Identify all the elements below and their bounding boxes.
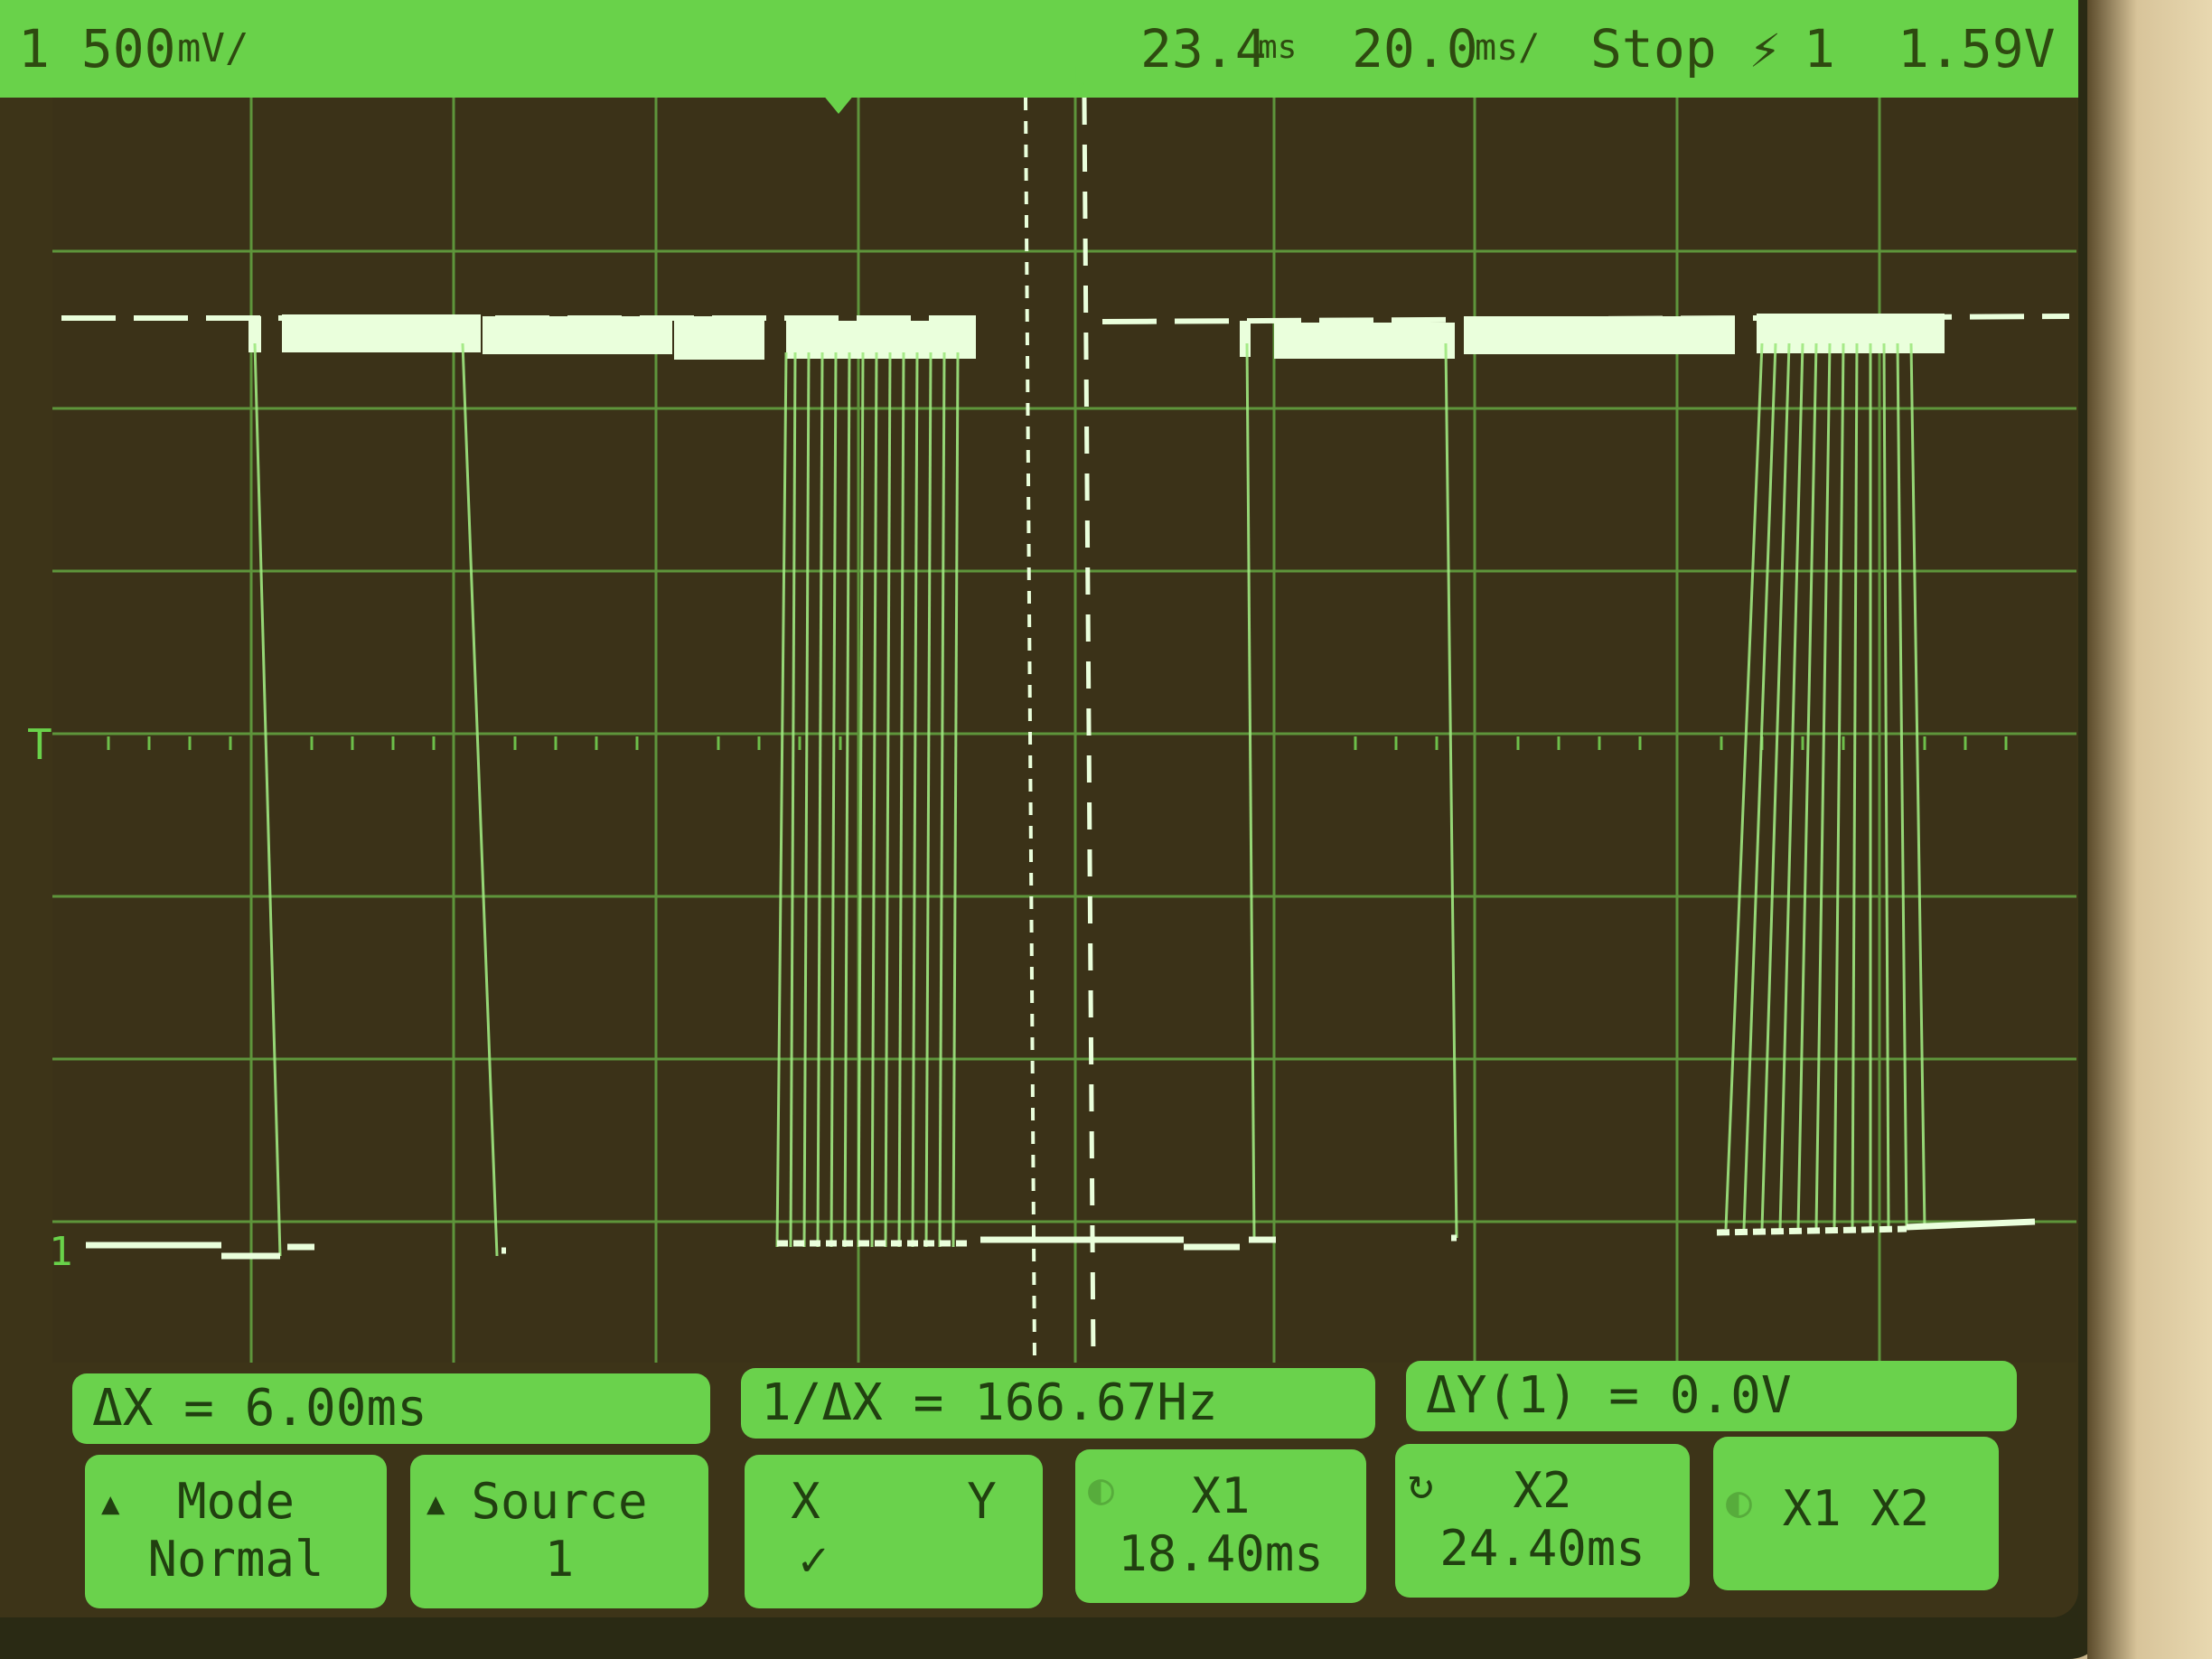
x1-softkey[interactable]: ◐ X1 18.40ms bbox=[1075, 1449, 1366, 1603]
x1-value: 18.40ms bbox=[1118, 1525, 1324, 1582]
source-title: Source bbox=[471, 1473, 648, 1530]
x2-softkey[interactable]: ↻ X2 24.40ms bbox=[1395, 1444, 1690, 1598]
x-label: X bbox=[791, 1473, 820, 1530]
oscilloscope-screen: 1 500 mV/ 23.4 ms 20.0 ms/ Stop ⚡ 1 1.59… bbox=[0, 0, 2078, 1617]
delta-y-readout: ΔY(1) = 0.0V bbox=[1406, 1361, 2017, 1431]
menu-arrow-icon: ▲ bbox=[426, 1486, 445, 1522]
inverse-delta-x-readout: 1/ΔX = 166.67Hz bbox=[741, 1368, 1375, 1439]
trigger-level-marker: T bbox=[27, 720, 52, 769]
mode-softkey[interactable]: ▲ Mode Normal bbox=[85, 1455, 387, 1608]
x1-title: X1 bbox=[1191, 1467, 1251, 1524]
y-label: Y bbox=[967, 1473, 997, 1530]
source-value: 1 bbox=[544, 1531, 575, 1588]
delta-x-readout: ΔX = 6.00ms bbox=[72, 1373, 710, 1444]
x1-x2-softkey[interactable]: ◐ X1 X2 bbox=[1713, 1437, 1999, 1590]
entry-knob-icon: ↻ bbox=[1408, 1458, 1434, 1509]
x2-title: X2 bbox=[1513, 1462, 1572, 1519]
xy-labels: X Y bbox=[745, 1473, 1043, 1531]
graticule-area bbox=[52, 98, 2076, 1363]
check-icon: ✓ bbox=[799, 1531, 829, 1588]
mode-title: Mode bbox=[176, 1473, 295, 1530]
entry-knob-icon: ◐ bbox=[1088, 1464, 1114, 1514]
menu-arrow-icon: ▲ bbox=[101, 1486, 120, 1522]
x2-value: 24.40ms bbox=[1439, 1520, 1645, 1577]
source-softkey[interactable]: ▲ Source 1 bbox=[410, 1455, 708, 1608]
trigger-edge-marker: ↓ bbox=[1064, 51, 1091, 101]
ground-level-marker: 1 bbox=[49, 1229, 73, 1275]
x1-x2-label: X1 X2 bbox=[1782, 1480, 1930, 1537]
xy-softkey[interactable]: X Y ✓ bbox=[745, 1455, 1043, 1608]
background-wall bbox=[2087, 0, 2212, 1659]
entry-knob-icon: ◐ bbox=[1726, 1476, 1752, 1527]
mode-value: Normal bbox=[147, 1531, 324, 1588]
